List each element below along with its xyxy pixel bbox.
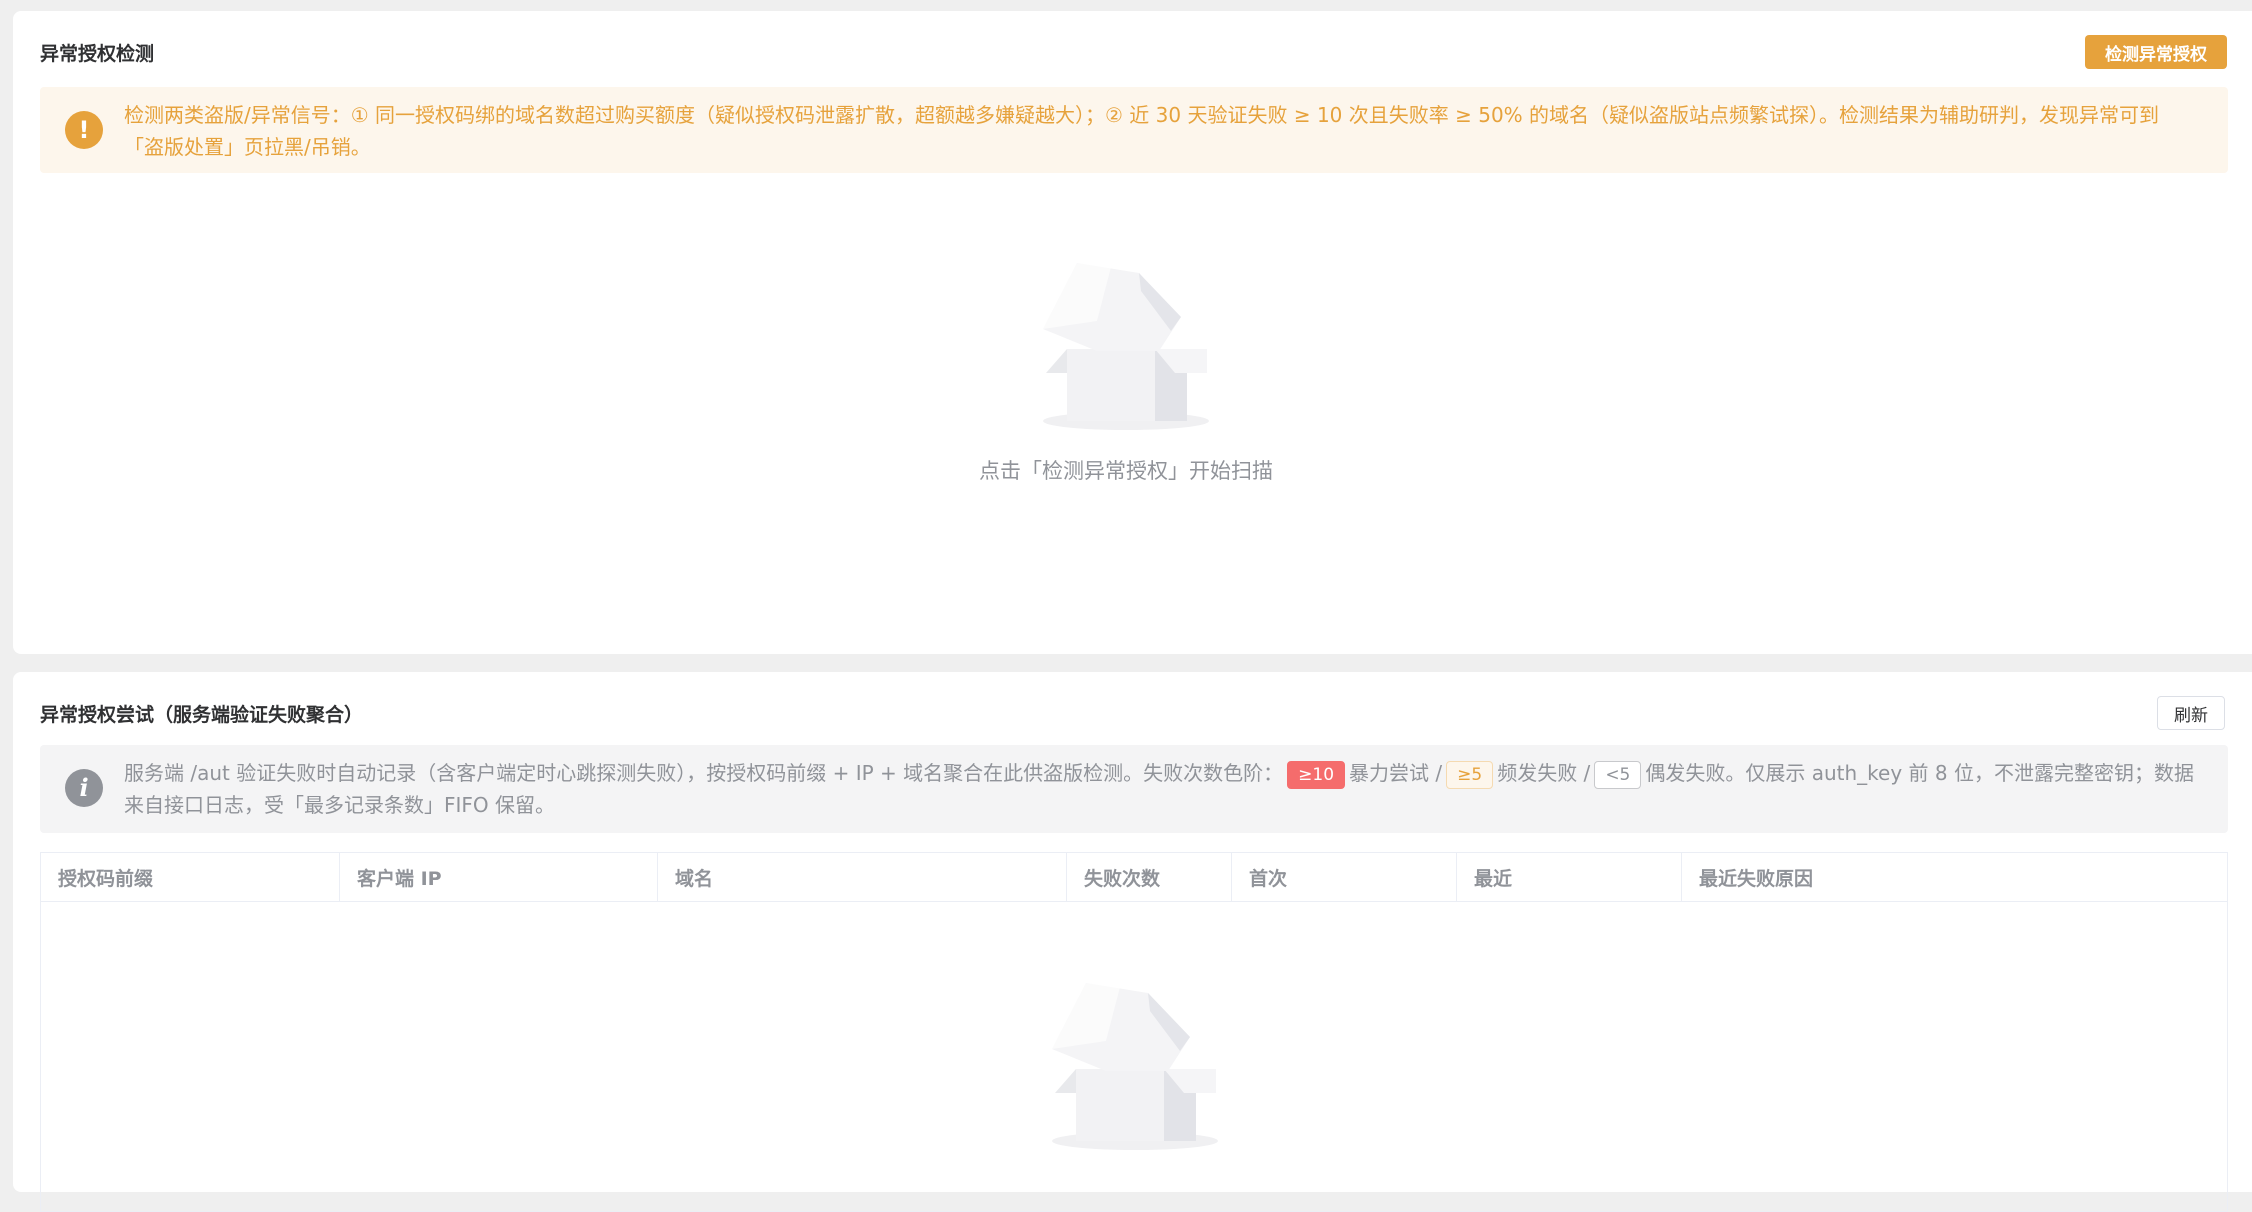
anomaly-detect-card: 异常授权检测 检测异常授权 ! 检测两类盗版/异常信号：① 同一授权码绑的域名数… — [13, 11, 2252, 654]
column-header-domain[interactable]: 域名 — [658, 853, 1067, 901]
attempts-table: 授权码前缀 客户端 IP 域名 失败次数 首次 最近 最近失败原因 — [40, 852, 2228, 1212]
tag-warning: ≥5 — [1446, 760, 1494, 789]
detect-warning-alert: ! 检测两类盗版/异常信号：① 同一授权码绑的域名数超过购买额度（疑似授权码泄露… — [40, 87, 2228, 173]
info-icon: i — [65, 769, 103, 807]
column-header-fail-count[interactable]: 失败次数 — [1067, 853, 1232, 901]
table-empty-state — [41, 981, 2229, 1153]
attempts-alert-text-1: 服务端 /aut 验证失败时自动记录（含客户端定时心跳探测失败），按授权码前缀 … — [124, 761, 1284, 785]
attempts-info-alert: i 服务端 /aut 验证失败时自动记录（含客户端定时心跳探测失败），按授权码前… — [40, 745, 2228, 833]
column-header-last-seen[interactable]: 最近 — [1457, 853, 1682, 901]
refresh-button[interactable]: 刷新 — [2157, 696, 2225, 730]
column-header-key-prefix[interactable]: 授权码前缀 — [41, 853, 340, 901]
label-warning: 频发失败 / — [1497, 761, 1591, 785]
anomaly-attempts-card: 异常授权尝试（服务端验证失败聚合） 刷新 i 服务端 /aut 验证失败时自动记… — [13, 672, 2252, 1212]
detect-anomaly-button[interactable]: 检测异常授权 — [2085, 35, 2227, 69]
column-header-first-seen[interactable]: 首次 — [1232, 853, 1457, 901]
tag-danger: ≥10 — [1287, 760, 1346, 789]
detect-empty-text: 点击「检测异常授权」开始扫描 — [979, 459, 1273, 483]
detect-alert-text: 检测两类盗版/异常信号：① 同一授权码绑的域名数超过购买额度（疑似授权码泄露扩散… — [124, 103, 2160, 159]
detect-card-title: 异常授权检测 — [40, 43, 155, 65]
empty-box-icon — [1043, 263, 1209, 430]
column-header-client-ip[interactable]: 客户端 IP — [340, 853, 658, 901]
warning-icon: ! — [65, 111, 103, 149]
table-header: 授权码前缀 客户端 IP 域名 失败次数 首次 最近 最近失败原因 — [41, 853, 2227, 902]
detect-empty-state: 点击「检测异常授权」开始扫描 — [13, 261, 2239, 485]
empty-box-icon — [1052, 983, 1218, 1150]
column-header-last-reason[interactable]: 最近失败原因 — [1682, 853, 2227, 901]
attempts-card-title: 异常授权尝试（服务端验证失败聚合） — [40, 704, 364, 726]
label-danger: 暴力尝试 / — [1349, 761, 1443, 785]
tag-info: <5 — [1594, 760, 1642, 789]
